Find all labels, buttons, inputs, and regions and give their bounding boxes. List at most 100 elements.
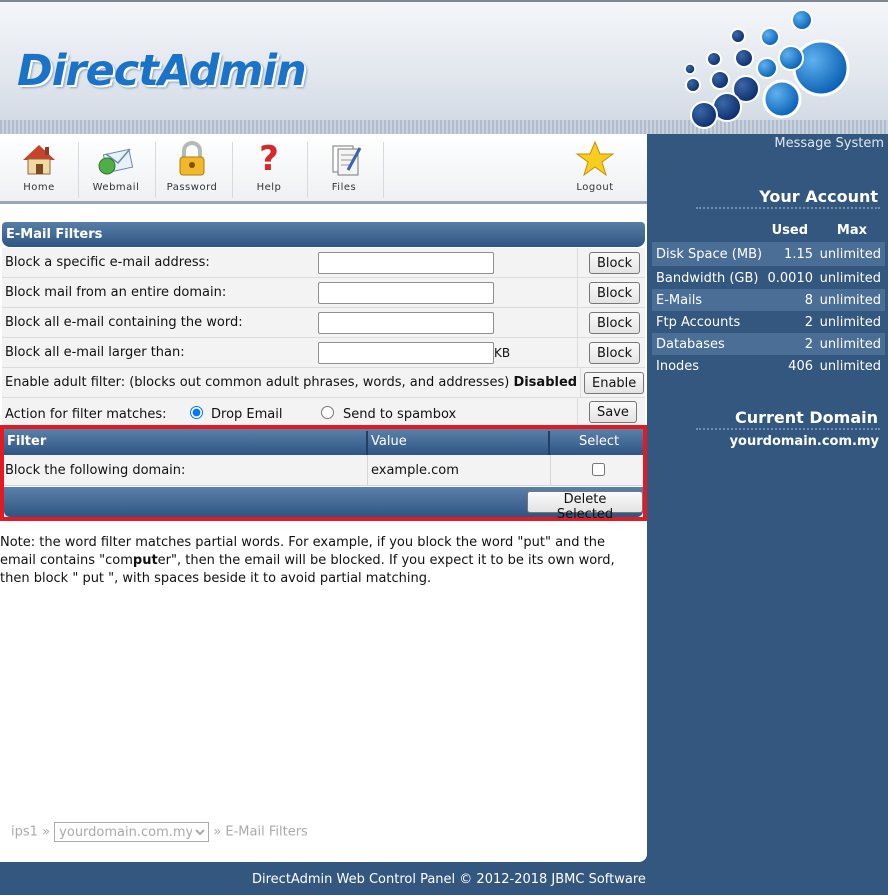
- nav-files-label: Files: [331, 182, 357, 193]
- stat-used: 2: [804, 337, 813, 352]
- your-account-title: Your Account: [759, 187, 878, 206]
- button-cell: Save: [577, 398, 645, 428]
- filters-table-footer: Delete Selected: [4, 487, 643, 522]
- block-domain-row: Block mail from an entire domain: Block: [2, 278, 645, 308]
- files-icon: [332, 145, 362, 176]
- button-cell: Block: [577, 308, 645, 338]
- help-icon: ?: [259, 140, 279, 178]
- stat-used: 406: [788, 359, 813, 374]
- stat-row-bandwidth: Bandwidth (GB) 0.0010 unlimited: [652, 266, 885, 289]
- stat-max: unlimited: [819, 315, 881, 330]
- block-address-button[interactable]: Block: [589, 252, 641, 274]
- block-address-row: Block a specific e-mail address: Block: [2, 248, 645, 278]
- delete-selected-button[interactable]: Delete Selected: [527, 491, 643, 522]
- logo-bubbles-icon: [684, 9, 850, 129]
- nav-webmail[interactable]: Webmail: [79, 140, 153, 200]
- dotted-divider: [696, 207, 880, 209]
- stat-row-databases: Databases 2 unlimited: [652, 333, 885, 355]
- block-size-label: Block all e-mail larger than:: [5, 345, 185, 360]
- block-word-row: Block all e-mail containing the word: Bl…: [2, 308, 645, 338]
- stat-name: E-Mails: [656, 293, 703, 308]
- nav-help[interactable]: ? Help: [232, 140, 306, 200]
- existing-filters-table: Filter Value Select Block the following …: [0, 425, 647, 522]
- filters-table-header: Filter Value Select: [4, 429, 643, 455]
- nav-files[interactable]: Files: [307, 140, 381, 200]
- breadcrumb-current-page: » E-Mail Filters: [213, 824, 308, 840]
- block-size-input[interactable]: [318, 342, 494, 364]
- stats-header-used: Used: [771, 223, 808, 238]
- send-to-spambox-radio[interactable]: [321, 406, 334, 419]
- nav-divider: [383, 142, 384, 198]
- block-address-label: Block a specific e-mail address:: [5, 255, 210, 270]
- cell-divider: [550, 455, 551, 486]
- filter-type-cell: Block the following domain:: [5, 463, 186, 478]
- message-system-link[interactable]: Message System: [774, 136, 884, 151]
- stat-max: unlimited: [819, 337, 881, 352]
- stat-max: unlimited: [819, 247, 881, 262]
- home-icon: [23, 145, 55, 175]
- nav-logout[interactable]: Logout: [558, 140, 632, 200]
- nav-password[interactable]: Password: [155, 140, 229, 200]
- breadcrumb-separator: »: [42, 824, 51, 840]
- footer-copyright: DirectAdmin Web Control Panel © 2012-201…: [252, 872, 646, 887]
- dotted-divider: [696, 428, 880, 430]
- nav-logout-label: Logout: [576, 182, 614, 193]
- column-divider: [366, 431, 368, 455]
- current-domain-value: yourdomain.com.my: [729, 434, 879, 449]
- select-filter-checkbox[interactable]: [592, 463, 605, 476]
- stat-row-ftp-accounts: Ftp Accounts 2 unlimited: [652, 311, 885, 333]
- stats-header-max: Max: [836, 223, 867, 238]
- cell-divider: [367, 455, 368, 486]
- save-action-button[interactable]: Save: [589, 401, 637, 423]
- column-divider: [548, 431, 550, 455]
- block-domain-input[interactable]: [318, 282, 494, 304]
- button-cell: Block: [577, 248, 645, 278]
- adult-filter-status: Disabled: [513, 375, 578, 390]
- enable-adult-button[interactable]: Enable: [584, 372, 645, 394]
- star-icon: [575, 140, 615, 177]
- svg-text:?: ?: [259, 140, 279, 178]
- button-cell: Block: [577, 338, 645, 368]
- stat-max: unlimited: [819, 359, 881, 374]
- stat-used: 2: [804, 315, 813, 330]
- nav-help-label: Help: [256, 182, 282, 193]
- webmail-icon: [98, 148, 134, 175]
- stat-name: Bandwidth (GB): [656, 271, 759, 286]
- drop-email-radio[interactable]: [190, 406, 203, 419]
- table-row: Block the following domain: example.com: [4, 455, 643, 486]
- domain-select[interactable]: yourdomain.com.my: [54, 822, 210, 842]
- block-word-input[interactable]: [318, 312, 494, 334]
- button-cell: Block: [577, 278, 645, 308]
- main-content-panel: Home Webmail Password ? Help Files Logou…: [0, 134, 647, 862]
- word-filter-note: Note: the word filter matches partial wo…: [0, 534, 640, 588]
- filter-action-row: Action for filter matches: Drop Email Se…: [2, 398, 645, 428]
- nav-home[interactable]: Home: [2, 140, 76, 200]
- adult-filter-label: Enable adult filter: (blocks out common …: [5, 375, 577, 390]
- button-cell: Enable: [580, 368, 645, 398]
- block-address-input[interactable]: [318, 252, 494, 274]
- stat-used: 1.15: [784, 247, 813, 262]
- note-bold-word: put: [132, 553, 158, 568]
- stat-used: 8: [804, 293, 813, 308]
- block-size-button[interactable]: Block: [589, 342, 641, 364]
- stat-name: Databases: [656, 337, 725, 352]
- block-size-row: Block all e-mail larger than: KB Block: [2, 338, 645, 368]
- lock-icon: [179, 141, 205, 176]
- top-nav-bar: Home Webmail Password ? Help Files Logou…: [0, 134, 647, 204]
- column-header-value: Value: [371, 434, 407, 449]
- email-filters-title: E-Mail Filters: [2, 222, 645, 247]
- stats-header: Used Max: [652, 220, 885, 242]
- breadcrumb-server[interactable]: ips1: [11, 825, 38, 840]
- drop-email-label: Drop Email: [211, 407, 283, 422]
- adult-filter-description: Enable adult filter: (blocks out common …: [5, 375, 510, 390]
- size-unit-label: KB: [494, 346, 511, 360]
- column-header-filter: Filter: [7, 434, 47, 449]
- stat-used: 0.0010: [767, 271, 814, 286]
- stat-max: unlimited: [819, 293, 881, 308]
- nav-webmail-label: Webmail: [92, 182, 140, 193]
- nav-password-label: Password: [166, 182, 218, 193]
- block-word-button[interactable]: Block: [589, 312, 641, 334]
- block-domain-button[interactable]: Block: [589, 282, 641, 304]
- stat-name: Disk Space (MB): [656, 247, 763, 262]
- stat-name: Ftp Accounts: [656, 315, 741, 330]
